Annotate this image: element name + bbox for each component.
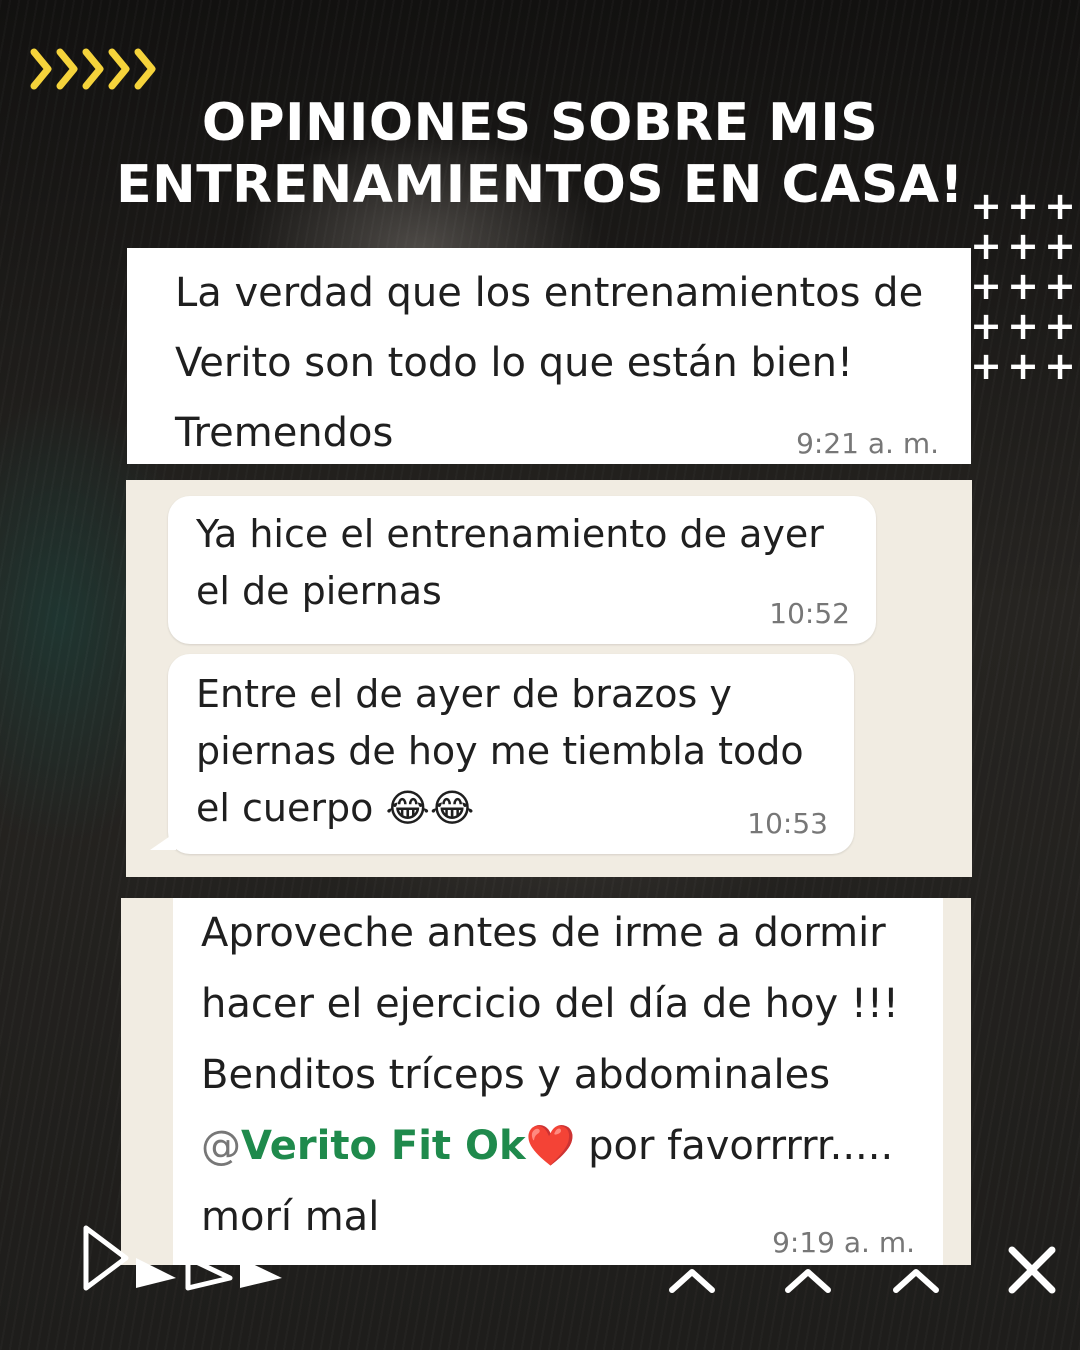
plus-icon: + (1044, 184, 1076, 228)
plus-icon: + (1007, 264, 1039, 308)
plus-grid-decoration: + + + + + + + + + + + + + + + (968, 186, 1078, 386)
plus-icon: + (1007, 224, 1039, 268)
message-text: Entre el de ayer de brazos y piernas de … (196, 672, 804, 830)
chevron-up-icon (669, 1269, 939, 1293)
plus-icon: + (970, 304, 1002, 348)
plus-icon: + (1007, 184, 1039, 228)
message-time: 9:21 a. m. (796, 427, 939, 460)
plus-icon: + (970, 344, 1002, 388)
message-text: Aproveche antes de irme a dormir hacer e… (201, 910, 899, 1098)
chat-bubble: Entre el de ayer de brazos y piernas de … (168, 654, 854, 854)
title-line-2: ENTRENAMIENTOS EN CASA! (116, 155, 964, 215)
message-text: Ya hice el entrenamiento de ayer el de p… (196, 512, 824, 613)
close-icon (1008, 1246, 1056, 1294)
message-text-wrap: Aproveche antes de irme a dormir hacer e… (201, 898, 941, 1253)
message-time: 10:53 (747, 807, 828, 840)
testimonial-card-1: La verdad que los entrenamientos de Veri… (127, 248, 971, 464)
heart-emoji-icon: ❤️ (525, 1123, 576, 1169)
plus-icon: + (1044, 224, 1076, 268)
bubble-tail (150, 832, 176, 850)
laughing-emoji-icon: 😂😂 (385, 786, 475, 830)
message-time: 10:52 (769, 597, 850, 630)
plus-icon: + (1044, 264, 1076, 308)
five-chevrons-right-icon (30, 48, 156, 90)
plus-icon: + (1007, 304, 1039, 348)
testimonial-card-3: Aproveche antes de irme a dormir hacer e… (121, 898, 971, 1265)
play-triangles-icon (83, 1225, 282, 1291)
chat-bubble: Aproveche antes de irme a dormir hacer e… (173, 898, 943, 1265)
mention-name[interactable]: Verito Fit Ok (241, 1123, 526, 1169)
chat-bubble: Ya hice el entrenamiento de ayer el de p… (168, 496, 876, 644)
mention-at-sign: @ (201, 1123, 241, 1169)
plus-icon: + (970, 224, 1002, 268)
plus-icon: + (1007, 344, 1039, 388)
message-time: 9:19 a. m. (772, 1226, 915, 1259)
plus-icon: + (970, 184, 1002, 228)
testimonial-card-2: Ya hice el entrenamiento de ayer el de p… (126, 480, 972, 877)
plus-icon: + (1044, 344, 1076, 388)
plus-icon: + (1044, 304, 1076, 348)
page-title: OPINIONES SOBRE MIS ENTRENAMIENTOS EN CA… (110, 92, 970, 216)
title-line-1: OPINIONES SOBRE MIS (201, 93, 879, 153)
plus-icon: + (970, 264, 1002, 308)
message-text-wrap: Entre el de ayer de brazos y piernas de … (196, 666, 836, 837)
